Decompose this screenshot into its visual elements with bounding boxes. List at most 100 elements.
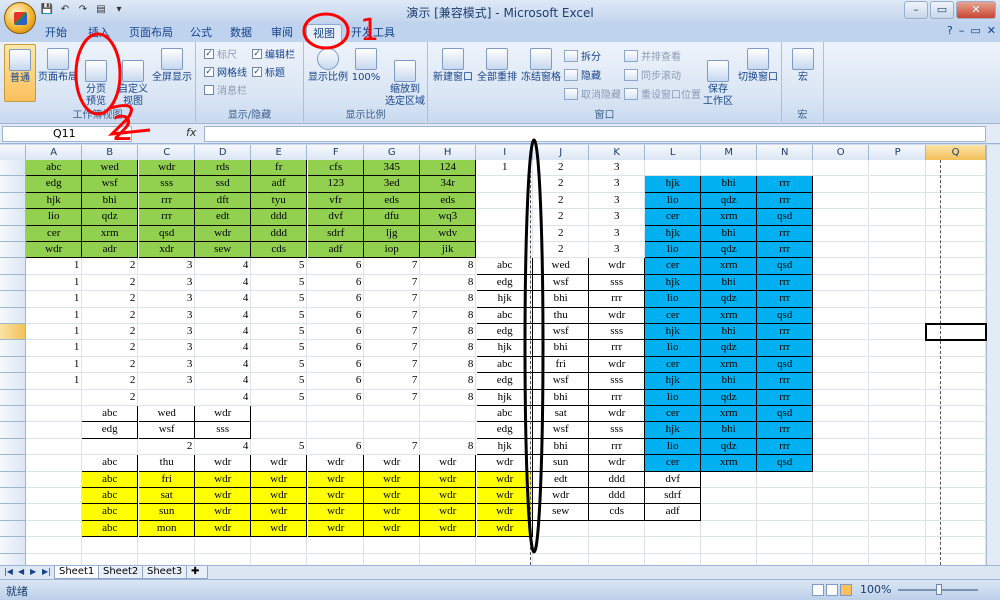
cell-j3[interactable]: 2 <box>533 192 590 210</box>
cell-g15[interactable]: 7 <box>364 389 421 406</box>
ribbon-restore-icon[interactable]: ▭ <box>970 24 980 37</box>
cell-j23[interactable] <box>533 520 590 538</box>
workbook-close-icon[interactable]: ✕ <box>987 24 996 37</box>
tab-developer[interactable]: 开发工具 <box>348 24 398 42</box>
cell-f14[interactable]: 6 <box>308 373 365 390</box>
cell-d3[interactable]: dft <box>195 192 252 210</box>
cell-m10[interactable]: xrm <box>701 307 758 324</box>
cell-a14[interactable]: 1 <box>26 373 83 390</box>
cell-b9[interactable]: 2 <box>82 291 139 308</box>
cell-j15[interactable]: bhi <box>533 389 590 406</box>
cell-m17[interactable]: bhi <box>701 422 758 439</box>
cell-i12[interactable]: hjk <box>477 340 534 357</box>
cell-b23[interactable]: abc <box>82 520 139 538</box>
cell-i9[interactable]: hjk <box>477 291 534 308</box>
cell-i10[interactable]: abc <box>477 307 534 324</box>
cell-m24[interactable] <box>701 537 758 554</box>
column-header-c[interactable]: C <box>139 145 196 160</box>
column-header-n[interactable]: N <box>757 145 814 160</box>
cell-e7[interactable]: 5 <box>251 258 308 275</box>
cell-d20[interactable]: wdr <box>195 471 252 488</box>
close-button[interactable]: ✕ <box>956 1 996 19</box>
macros-button[interactable]: 宏 <box>786 44 820 102</box>
cell-e8[interactable]: 5 <box>251 274 308 292</box>
cell-l1[interactable] <box>645 160 702 177</box>
row-header-15[interactable] <box>0 389 26 406</box>
cell-m13[interactable]: xrm <box>701 356 758 374</box>
cell-m7[interactable]: xrm <box>701 258 758 275</box>
cell-i23[interactable]: wdr <box>477 520 534 538</box>
reset-window-position-button[interactable]: 重设窗口位置 <box>624 86 701 101</box>
split-button[interactable]: 拆分 <box>564 48 601 63</box>
cell-a15[interactable] <box>26 389 83 406</box>
cell-j10[interactable]: thu <box>533 307 590 324</box>
freeze-panes-button[interactable]: 冻结窗格 <box>520 44 562 102</box>
cell-i19[interactable]: wdr <box>477 455 534 472</box>
cell-b17[interactable]: edg <box>82 422 139 439</box>
cell-c23[interactable]: mon <box>139 520 196 538</box>
cell-j12[interactable]: bhi <box>533 340 590 357</box>
cell-k4[interactable]: 3 <box>589 209 646 226</box>
cell-f15[interactable]: 6 <box>308 389 365 406</box>
cell-e12[interactable]: 5 <box>251 340 308 357</box>
cell-h18[interactable]: 8 <box>420 438 477 456</box>
cell-k1[interactable]: 3 <box>589 160 646 177</box>
cell-p24[interactable] <box>870 537 927 554</box>
cell-i1[interactable]: 1 <box>477 160 534 177</box>
cell-l7[interactable]: cer <box>645 258 702 275</box>
tab-formulas[interactable]: 公式 <box>184 24 218 42</box>
cell-c16[interactable]: wed <box>139 406 196 423</box>
cell-i15[interactable]: hjk <box>477 389 534 406</box>
cell-a5[interactable]: cer <box>26 225 83 242</box>
cell-m16[interactable]: xrm <box>701 406 758 423</box>
cell-l20[interactable]: dvf <box>645 471 702 488</box>
cell-f3[interactable]: vfr <box>308 192 365 210</box>
row-header-16[interactable] <box>0 406 26 423</box>
cell-m23[interactable] <box>701 520 758 538</box>
cell-p19[interactable] <box>870 455 927 472</box>
cell-a3[interactable]: hjk <box>26 192 83 210</box>
spreadsheet-grid[interactable]: ABCDEFGHIJKLMNOPQ abc wed wdr rds fr cfs 345 12… <box>0 145 1000 570</box>
cell-f17[interactable] <box>308 422 365 439</box>
cell-e3[interactable]: tyu <box>251 192 308 210</box>
cell-q8[interactable] <box>926 274 986 292</box>
cell-o9[interactable] <box>813 291 870 308</box>
custom-views-button[interactable]: 自定义 视图 <box>114 44 152 107</box>
tab-insert[interactable]: 插入 <box>82 24 116 42</box>
row-header-9[interactable] <box>0 291 26 308</box>
column-header-b[interactable]: B <box>82 145 139 160</box>
cell-k22[interactable]: cds <box>589 504 646 521</box>
sync-scroll-button[interactable]: 同步滚动 <box>624 67 681 82</box>
column-header-p[interactable]: P <box>870 145 927 160</box>
cell-i20[interactable]: wdr <box>477 471 534 488</box>
cell-q9[interactable] <box>926 291 986 308</box>
column-header-q[interactable]: Q <box>926 145 986 160</box>
cell-p20[interactable] <box>870 471 927 488</box>
cell-h12[interactable]: 8 <box>420 340 477 357</box>
restore-button[interactable]: ▭ <box>930 1 954 19</box>
cell-e1[interactable]: fr <box>251 160 308 177</box>
cell-o10[interactable] <box>813 307 870 324</box>
cell-e5[interactable]: ddd <box>251 225 308 242</box>
cell-o1[interactable] <box>813 160 870 177</box>
formula-input[interactable] <box>204 126 986 142</box>
cell-n18[interactable]: rrr <box>757 438 814 456</box>
cell-c22[interactable]: sun <box>139 504 196 521</box>
cell-p13[interactable] <box>870 356 927 374</box>
cell-q5[interactable] <box>926 225 986 242</box>
row-header-19[interactable] <box>0 455 26 472</box>
cell-j16[interactable]: sat <box>533 406 590 423</box>
cell-c11[interactable]: 3 <box>139 324 196 341</box>
tab-data[interactable]: 数据 <box>224 24 258 42</box>
cell-o22[interactable] <box>813 504 870 521</box>
cell-k6[interactable]: 3 <box>589 242 646 259</box>
cell-k10[interactable]: wdr <box>589 307 646 324</box>
cell-p14[interactable] <box>870 373 927 390</box>
cell-i7[interactable]: abc <box>477 258 534 275</box>
switch-windows-button[interactable]: 切换窗口 <box>736 44 780 102</box>
cell-d1[interactable]: rds <box>195 160 252 177</box>
tab-page-layout[interactable]: 页面布局 <box>124 24 178 42</box>
cell-q15[interactable] <box>926 389 986 406</box>
cell-n3[interactable]: rrr <box>757 192 814 210</box>
cell-j19[interactable]: sun <box>533 455 590 472</box>
